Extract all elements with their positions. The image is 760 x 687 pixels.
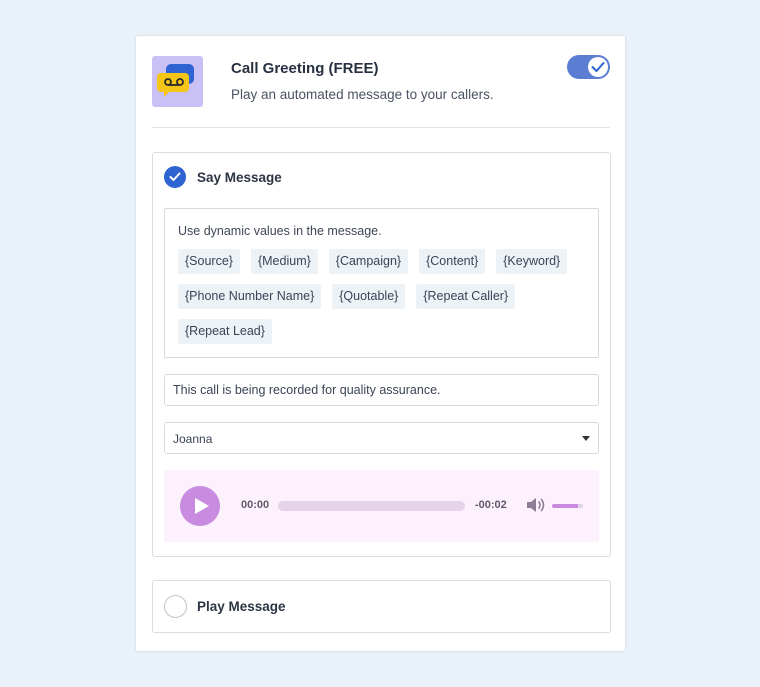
volume-slider-fill [552,504,579,508]
say-message-radio[interactable] [164,166,186,188]
dynamic-values-prompt: Use dynamic values in the message. [178,224,382,238]
tag-campaign[interactable]: {Campaign} [328,249,409,274]
tag-medium[interactable]: {Medium} [250,249,318,274]
play-button[interactable] [180,486,220,526]
call-greeting-card: Call Greeting (FREE) Play an automated m… [135,35,626,652]
tag-repeat-lead[interactable]: {Repeat Lead} [178,319,272,344]
tag-phone-number-name[interactable]: {Phone Number Name} [178,284,322,309]
dynamic-values-box: Use dynamic values in the message. {Sour… [164,208,599,358]
play-message-radio[interactable] [164,595,187,618]
volume-icon[interactable] [526,496,546,514]
card-subtitle: Play an automated message to your caller… [231,87,494,102]
tag-source[interactable]: {Source} [178,249,240,274]
check-icon [169,172,181,181]
play-message-section: Play Message [152,580,611,633]
voice-select[interactable]: Joanna [164,422,599,454]
message-text-input[interactable] [164,374,599,406]
say-message-label: Say Message [197,170,282,185]
voice-select-value: Joanna [173,432,213,446]
play-icon [195,498,209,514]
caret-down-icon [582,436,590,441]
tag-content[interactable]: {Content} [419,249,486,274]
tag-keyword[interactable]: {Keyword} [496,249,568,274]
audio-player: 00:00 -00:02 [164,470,599,542]
greeting-enabled-toggle[interactable] [567,55,610,79]
dynamic-value-tags: {Source} {Medium} {Campaign} {Content} {… [178,249,588,344]
say-message-section: Say Message Use dynamic values in the me… [152,152,611,557]
remaining-time: -00:02 [475,499,507,511]
voicemail-chat-icon [152,56,203,107]
tag-quotable[interactable]: {Quotable} [332,284,406,309]
playback-progress-bar[interactable] [278,501,465,511]
tag-repeat-caller[interactable]: {Repeat Caller} [416,284,516,309]
volume-slider[interactable] [552,504,583,508]
play-message-label: Play Message [197,599,286,614]
current-time: 00:00 [241,499,270,511]
header-divider [152,127,610,128]
check-icon [591,62,605,72]
toggle-knob [588,57,608,77]
card-title: Call Greeting (FREE) [231,60,379,77]
